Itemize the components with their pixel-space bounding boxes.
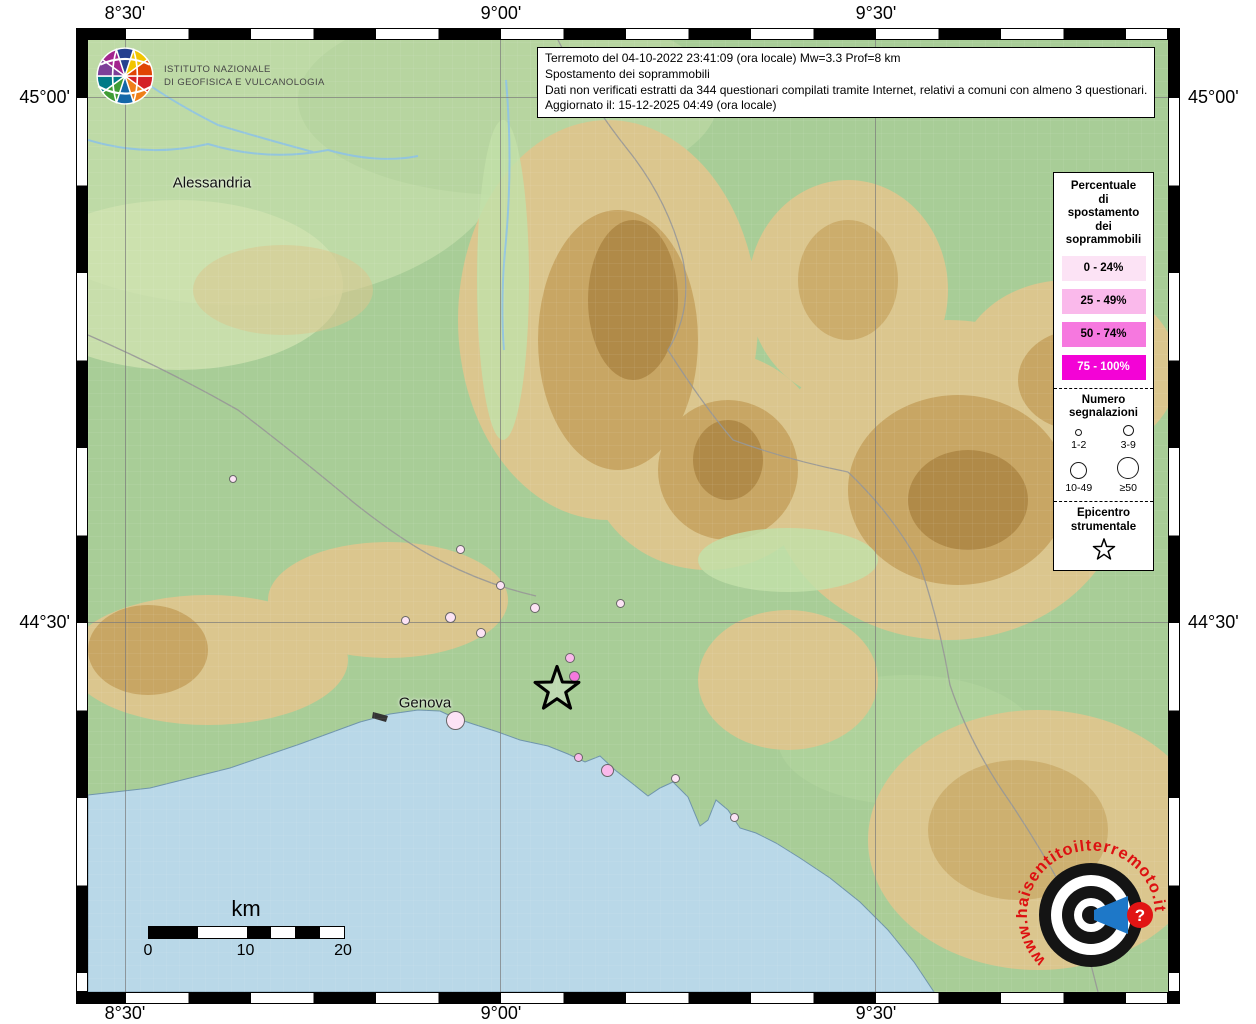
page: 8°30' 9°00' 9°30' 8°30' 9°00' 9°30' 45°0… <box>0 0 1256 1024</box>
legend-count-title: Numero segnalazioni <box>1054 394 1153 421</box>
frame-corner <box>76 28 88 40</box>
frame-band-right <box>1168 40 1180 992</box>
axis-label-top-2: 9°00' <box>481 3 522 24</box>
ingv-logo: ISTITUTO NAZIONALE DI GEOFISICA E VULCAN… <box>94 45 325 107</box>
axis-label-top-1: 8°30' <box>105 3 146 24</box>
report-point <box>456 545 465 554</box>
legend: Percentuale di spostamento dei soprammob… <box>1053 172 1154 571</box>
axis-label-bottom-2: 9°00' <box>481 1003 522 1024</box>
frame-band-top <box>88 28 1168 40</box>
report-point <box>446 711 465 730</box>
legend-count-classes: 1-23-910-49≥50 <box>1054 425 1153 494</box>
map-frame: AlessandriaGenova km 0 10 20 <box>76 28 1180 1004</box>
legend-class-swatch: 0 - 24% <box>1062 256 1146 281</box>
legend-count-cell: 1-2 <box>1054 425 1104 451</box>
legend-class-swatch: 75 - 100% <box>1062 355 1146 380</box>
axis-label-left-2: 44°30' <box>2 612 70 633</box>
report-point <box>496 581 505 590</box>
info-line-map-type: Spostamento dei soprammobili <box>545 67 1147 83</box>
legend-count-cell: ≥50 <box>1104 457 1154 494</box>
map-canvas: AlessandriaGenova km 0 10 20 <box>88 40 1168 992</box>
axis-label-top-3: 9°30' <box>856 3 897 24</box>
haisentitoilterremoto-logo: ? www.haisentitoilterremoto.it <box>1016 840 1166 992</box>
frame-corner <box>1168 992 1180 1004</box>
legend-separator <box>1054 501 1153 502</box>
report-point <box>476 628 486 638</box>
legend-percent-title: Percentuale di spostamento dei soprammob… <box>1054 180 1153 248</box>
frame-corner <box>1168 28 1180 40</box>
question-mark: ? <box>1135 906 1145 925</box>
legend-separator <box>1054 388 1153 389</box>
info-line-updated: Aggiornato il: 15-12-2025 04:49 (ora loc… <box>545 98 1147 114</box>
report-point <box>616 599 625 608</box>
ingv-globe-icon <box>94 45 156 107</box>
frame-band-bottom <box>88 992 1168 1004</box>
ingv-name-line1: ISTITUTO NAZIONALE <box>164 63 325 76</box>
legend-percent-classes: 0 - 24% 25 - 49% 50 - 74% 75 - 100% <box>1054 256 1153 380</box>
info-line-event: Terremoto del 04-10-2022 23:41:09 (ora l… <box>545 51 1147 67</box>
report-point <box>229 475 237 483</box>
report-point <box>401 616 410 625</box>
earthquake-info-box: Terremoto del 04-10-2022 23:41:09 (ora l… <box>537 47 1155 118</box>
epicenter-star <box>532 665 582 720</box>
legend-epicenter-star-icon <box>1092 538 1116 562</box>
report-point <box>601 764 614 777</box>
axis-label-left-1: 45°00' <box>2 87 70 108</box>
legend-epicenter-title: Epicentro strumentale <box>1054 507 1153 534</box>
report-point <box>445 612 456 623</box>
report-point <box>671 774 680 783</box>
report-points-layer <box>88 40 1168 992</box>
legend-class-swatch: 25 - 49% <box>1062 289 1146 314</box>
frame-band-left <box>76 40 88 992</box>
report-point <box>565 653 575 663</box>
report-point <box>574 753 583 762</box>
report-point <box>530 603 540 613</box>
axis-label-right-2: 44°30' <box>1188 612 1256 633</box>
frame-corner <box>76 992 88 1004</box>
axis-label-bottom-3: 9°30' <box>856 1003 897 1024</box>
legend-count-cell: 10-49 <box>1054 457 1104 494</box>
legend-class-swatch: 50 - 74% <box>1062 322 1146 347</box>
ingv-name-line2: DI GEOFISICA E VULCANOLOGIA <box>164 76 325 89</box>
legend-count-cell: 3-9 <box>1104 425 1154 451</box>
axis-label-bottom-1: 8°30' <box>105 1003 146 1024</box>
report-point <box>730 813 739 822</box>
info-line-source: Dati non verificati estratti da 344 ques… <box>545 83 1147 99</box>
axis-label-right-1: 45°00' <box>1188 87 1256 108</box>
